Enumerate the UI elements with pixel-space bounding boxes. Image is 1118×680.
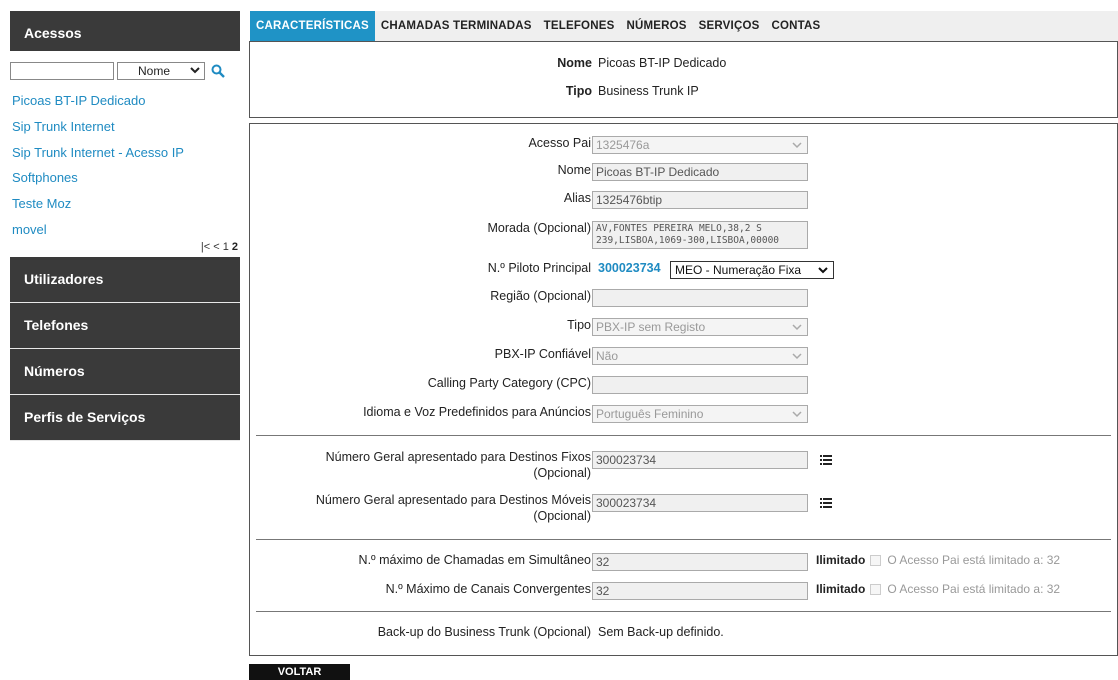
alias-input[interactable]: 1325476btip <box>592 191 808 209</box>
region-input[interactable] <box>592 289 808 307</box>
max-calls-unlimited: Ilimitado O Acesso Pai está limitado a: … <box>816 553 1060 567</box>
label-pilot: N.º Piloto Principal <box>487 261 591 275</box>
max-channels-unlimited-label: Ilimitado <box>816 582 866 596</box>
type-value: PBX-IP sem Registo <box>596 320 706 334</box>
backup-value: Sem Back-up definido. <box>598 625 724 639</box>
tab-servicos[interactable]: SERVIÇOS <box>693 11 766 41</box>
chevron-down-icon <box>818 267 828 274</box>
access-item-teste-moz[interactable]: Teste Moz <box>10 191 240 217</box>
tab-caracteristicas[interactable]: CARACTERÍSTICAS <box>250 11 375 41</box>
pilot-number-link[interactable]: 300023734 <box>598 261 661 275</box>
section-divider <box>256 435 1111 436</box>
parent-access-value: 1325476a <box>596 138 650 152</box>
access-item-sip-trunk-acesso-ip[interactable]: Sip Trunk Internet - Acesso IP <box>10 140 240 166</box>
label-language: Idioma e Voz Predefinidos para Anúncios <box>363 405 591 419</box>
max-channels-note: O Acesso Pai está limitado a: 32 <box>887 582 1061 596</box>
chevron-down-icon <box>792 353 802 360</box>
access-list: Picoas BT-IP Dedicado Sip Trunk Internet… <box>10 88 240 243</box>
nav-numeros[interactable]: Números <box>10 348 240 395</box>
label-mobile-dest-line1: Número Geral apresentado para Destinos M… <box>315 493 591 507</box>
summary-type-label: Tipo <box>565 84 592 98</box>
nav-utilizadores[interactable]: Utilizadores <box>10 256 240 303</box>
nav-telefones[interactable]: Telefones <box>10 302 240 349</box>
pilot-type-value: MEO - Numeração Fixa <box>675 263 802 277</box>
max-calls-unlimited-checkbox[interactable] <box>870 554 882 566</box>
search-filter-value: Nome <box>138 64 171 78</box>
access-item-sip-trunk-internet[interactable]: Sip Trunk Internet <box>10 114 240 140</box>
summary-type-value: Business Trunk IP <box>598 84 699 98</box>
chevron-down-icon <box>792 411 802 418</box>
address-textarea[interactable]: AV,FONTES PEREIRA MELO,38,2 S 239,LISBOA… <box>592 221 808 249</box>
label-mobile-dest-line2: (Opcional) <box>533 509 591 523</box>
label-name: Nome <box>557 163 591 177</box>
section-divider <box>256 539 1111 540</box>
label-max-channels: N.º Máximo de Canais Convergentes <box>385 582 591 596</box>
max-channels-unlimited-checkbox[interactable] <box>870 583 882 595</box>
list-icon[interactable] <box>820 455 832 465</box>
label-trusted: PBX-IP Confiável <box>494 347 591 361</box>
label-parent-access: Acesso Pai <box>528 136 591 150</box>
label-backup: Back-up do Business Trunk (Opcional) <box>377 625 591 639</box>
pager-page-1[interactable]: 1 <box>223 241 229 253</box>
pager-prev[interactable]: < <box>213 241 219 253</box>
label-fixed-dest-line2: (Opcional) <box>533 466 591 480</box>
sidebar: Acessos Nome Picoas BT-IP Dedicado Sip T… <box>10 11 240 441</box>
search-icon[interactable] <box>211 64 225 78</box>
tab-bar: CARACTERÍSTICAS CHAMADAS TERMINADAS TELE… <box>250 11 1118 41</box>
mobile-dest-input[interactable]: 300023734 <box>592 494 808 512</box>
name-input[interactable]: Picoas BT-IP Dedicado <box>592 163 808 181</box>
max-calls-input[interactable]: 32 <box>592 553 808 571</box>
pager-first[interactable]: |< <box>201 241 210 253</box>
summary-name-value: Picoas BT-IP Dedicado <box>598 56 727 70</box>
type-select[interactable]: PBX-IP sem Registo <box>592 318 808 336</box>
search-input[interactable] <box>10 62 114 80</box>
label-max-calls: N.º máximo de Chamadas em Simultâneo <box>358 553 591 567</box>
label-address: Morada (Opcional) <box>487 221 591 235</box>
chevron-down-icon <box>792 324 802 331</box>
tab-telefones[interactable]: TELEFONES <box>538 11 621 41</box>
nav-perfis-servicos[interactable]: Perfis de Serviços <box>10 394 240 441</box>
tab-chamadas-terminadas[interactable]: CHAMADAS TERMINADAS <box>375 11 538 41</box>
cpc-input[interactable] <box>592 376 808 394</box>
list-icon[interactable] <box>820 498 832 508</box>
access-item-picoas[interactable]: Picoas BT-IP Dedicado <box>10 88 240 114</box>
label-fixed-dest-line1: Número Geral apresentado para Destinos F… <box>325 450 591 464</box>
section-divider <box>256 611 1111 612</box>
max-channels-input[interactable]: 32 <box>592 582 808 600</box>
details-form: Acesso Pai 1325476a Nome Picoas BT-IP De… <box>249 123 1118 656</box>
summary-name-label: Nome <box>557 56 592 70</box>
chevron-down-icon <box>792 142 802 149</box>
label-mobile-dest: Número Geral apresentado para Destinos M… <box>316 492 591 524</box>
trusted-value: Não <box>596 349 619 363</box>
max-calls-note: O Acesso Pai está limitado a: 32 <box>887 553 1061 567</box>
label-fixed-dest: Número Geral apresentado para Destinos F… <box>326 449 591 481</box>
pager-page-2: 2 <box>231 240 238 253</box>
search-filter-select[interactable]: Nome <box>117 62 205 80</box>
label-region: Região (Opcional) <box>490 289 591 303</box>
language-select[interactable]: Português Feminino <box>592 405 808 423</box>
summary-panel: Nome Picoas BT-IP Dedicado Tipo Business… <box>249 41 1118 118</box>
fixed-dest-input[interactable]: 300023734 <box>592 451 808 469</box>
parent-access-select[interactable]: 1325476a <box>592 136 808 154</box>
label-alias: Alias <box>563 191 591 205</box>
sidebar-title: Acessos <box>10 11 240 51</box>
chevron-down-icon <box>190 67 200 74</box>
label-type: Tipo <box>567 318 591 332</box>
language-value: Português Feminino <box>596 407 704 421</box>
tab-numeros[interactable]: NÚMEROS <box>620 11 692 41</box>
trusted-select[interactable]: Não <box>592 347 808 365</box>
label-cpc: Calling Party Category (CPC) <box>427 376 591 390</box>
access-search: Nome <box>10 61 240 81</box>
max-calls-unlimited-label: Ilimitado <box>816 553 866 567</box>
max-channels-unlimited: Ilimitado O Acesso Pai está limitado a: … <box>816 582 1060 596</box>
tab-contas[interactable]: CONTAS <box>765 11 826 41</box>
pilot-type-select[interactable]: MEO - Numeração Fixa <box>670 261 834 279</box>
access-item-softphones[interactable]: Softphones <box>10 165 240 191</box>
